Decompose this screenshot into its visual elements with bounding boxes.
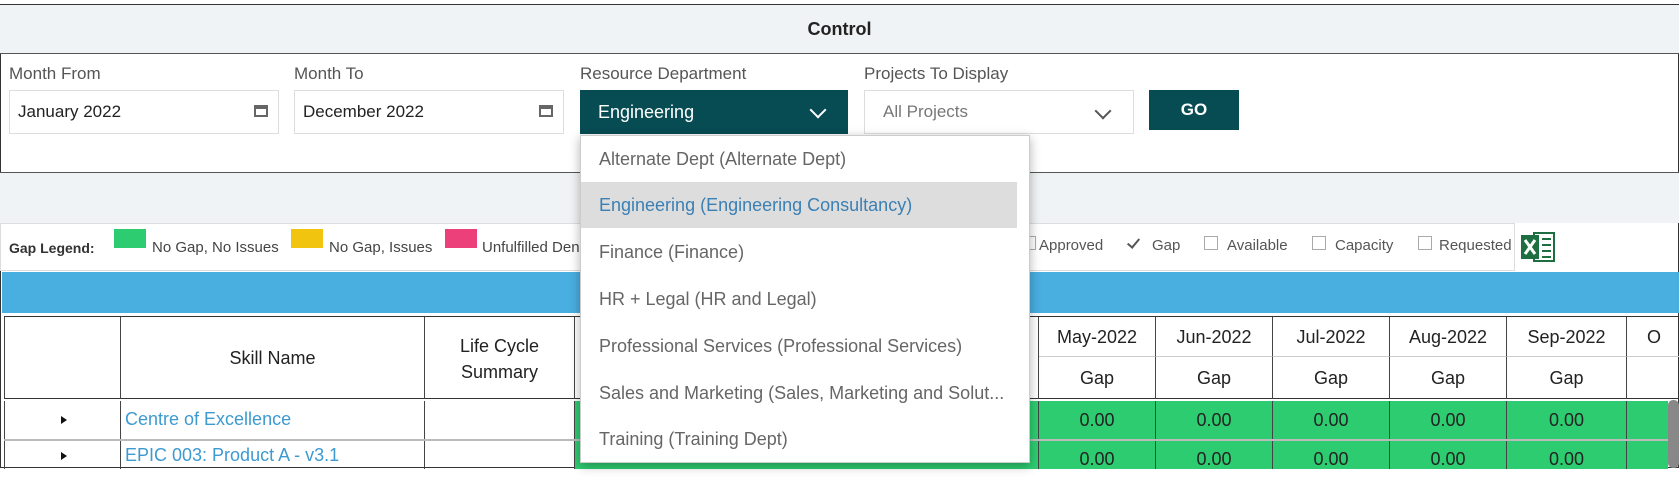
chevron-down-icon xyxy=(1094,102,1112,120)
month-from-field[interactable]: January 2022 xyxy=(9,90,279,134)
gap-subheader xyxy=(1627,357,1679,399)
department-option[interactable]: Sales and Marketing (Sales, Marketing an… xyxy=(581,370,1017,416)
gap-label: Gap xyxy=(1152,237,1181,254)
legend-swatch-unfulfilled xyxy=(445,229,477,248)
requested-label: Requested xyxy=(1439,237,1512,254)
department-dropdown-menu: Alternate Dept (Alternate Dept) Engineer… xyxy=(580,135,1030,463)
gap-cell: 0.00 xyxy=(1039,401,1156,439)
skill-name-header: Skill Name xyxy=(121,317,425,399)
check-icon xyxy=(1126,235,1141,249)
legend-swatch-no-gap-issues xyxy=(291,229,323,248)
expand-arrow-icon xyxy=(61,416,67,424)
gap-cell: 0.00 xyxy=(1507,401,1627,439)
department-option[interactable]: Professional Services (Professional Serv… xyxy=(581,323,1017,369)
month-header: May-2022 xyxy=(1039,317,1156,357)
available-label: Available xyxy=(1227,237,1288,254)
expand-column-header xyxy=(4,317,121,399)
gap-checkbox[interactable] xyxy=(1126,235,1141,250)
gap-cell: 0.00 xyxy=(1390,441,1507,469)
month-header: Sep-2022 xyxy=(1507,317,1627,357)
expand-row-toggle[interactable] xyxy=(4,441,121,469)
capacity-checkbox[interactable] xyxy=(1312,236,1326,250)
department-option[interactable]: Alternate Dept (Alternate Dept) xyxy=(581,136,1017,182)
capacity-label: Capacity xyxy=(1335,237,1394,254)
legend-swatch-no-gap-no-issues xyxy=(114,229,146,248)
month-from-label: Month From xyxy=(9,64,101,83)
gap-subheader: Gap xyxy=(1039,357,1156,399)
month-from-value: January 2022 xyxy=(18,102,122,121)
legend-text-no-gap-issues: No Gap, Issues xyxy=(329,239,433,256)
gap-subheader: Gap xyxy=(1390,357,1507,399)
gap-subheader: Gap xyxy=(1507,357,1627,399)
gap-cell: 0.00 xyxy=(1156,441,1273,469)
department-option-selected[interactable]: Engineering (Engineering Consultancy) xyxy=(581,182,1017,228)
department-option[interactable]: HR + Legal (HR and Legal) xyxy=(581,276,1017,322)
department-label: Resource Department xyxy=(580,64,747,83)
chevron-down-icon xyxy=(809,101,827,119)
month-to-label: Month To xyxy=(294,64,364,83)
gap-cell: 0.00 xyxy=(1507,441,1627,469)
skill-name-cell: EPIC 003: Product A - v3.1 xyxy=(121,441,425,469)
gap-cell: 0.00 xyxy=(1039,441,1156,469)
month-header: Aug-2022 xyxy=(1390,317,1507,357)
gap-cell: 0.00 xyxy=(1156,401,1273,439)
gap-subheader: Gap xyxy=(1273,357,1390,399)
approved-label: Approved xyxy=(1039,237,1104,254)
life-cycle-header: Life Cycle Summary xyxy=(425,317,575,399)
legend-text-no-gap-no-issues: No Gap, No Issues xyxy=(152,239,279,256)
department-option[interactable]: Finance (Finance) xyxy=(581,229,1017,275)
gap-legend-label: Gap Legend: xyxy=(9,240,95,256)
vertical-scrollbar[interactable] xyxy=(1668,400,1679,468)
legend-text-unfulfilled: Unfulfilled Den xyxy=(482,239,580,256)
month-header: O xyxy=(1627,317,1679,357)
life-cycle-cell xyxy=(425,401,575,439)
department-value: Engineering xyxy=(598,102,695,122)
skill-name-cell: Centre of Excellence xyxy=(121,401,425,439)
gap-subheader: Gap xyxy=(1156,357,1273,399)
expand-arrow-icon xyxy=(61,452,67,460)
department-select[interactable]: Engineering xyxy=(580,90,848,134)
life-cycle-cell xyxy=(425,441,575,469)
month-header: Jun-2022 xyxy=(1156,317,1273,357)
life-cycle-header-line2: Summary xyxy=(460,362,538,382)
department-option[interactable]: Training (Training Dept) xyxy=(581,416,1017,462)
go-button[interactable]: GO xyxy=(1149,90,1239,130)
month-header: Jul-2022 xyxy=(1273,317,1390,357)
projects-value: All Projects xyxy=(883,102,969,121)
gap-cell xyxy=(1627,441,1668,469)
month-to-value: December 2022 xyxy=(303,102,424,121)
control-title: Control xyxy=(0,5,1679,54)
available-checkbox[interactable] xyxy=(1204,236,1218,250)
month-to-field[interactable]: December 2022 xyxy=(294,90,564,134)
gap-cell: 0.00 xyxy=(1273,401,1390,439)
gap-cell xyxy=(1627,401,1668,439)
calendar-icon[interactable] xyxy=(254,105,268,117)
skill-link[interactable]: EPIC 003: Product A - v3.1 xyxy=(125,445,339,466)
skill-link[interactable]: Centre of Excellence xyxy=(125,409,291,430)
life-cycle-header-line1: Life Cycle xyxy=(459,336,540,356)
gap-cell: 0.00 xyxy=(1390,401,1507,439)
projects-label: Projects To Display xyxy=(864,64,1009,83)
projects-select[interactable]: All Projects xyxy=(864,90,1134,134)
expand-row-toggle[interactable] xyxy=(4,401,121,439)
gap-cell: 0.00 xyxy=(1273,441,1390,469)
calendar-icon[interactable] xyxy=(539,105,553,117)
requested-checkbox[interactable] xyxy=(1418,236,1432,250)
excel-export-icon[interactable] xyxy=(1520,230,1556,264)
